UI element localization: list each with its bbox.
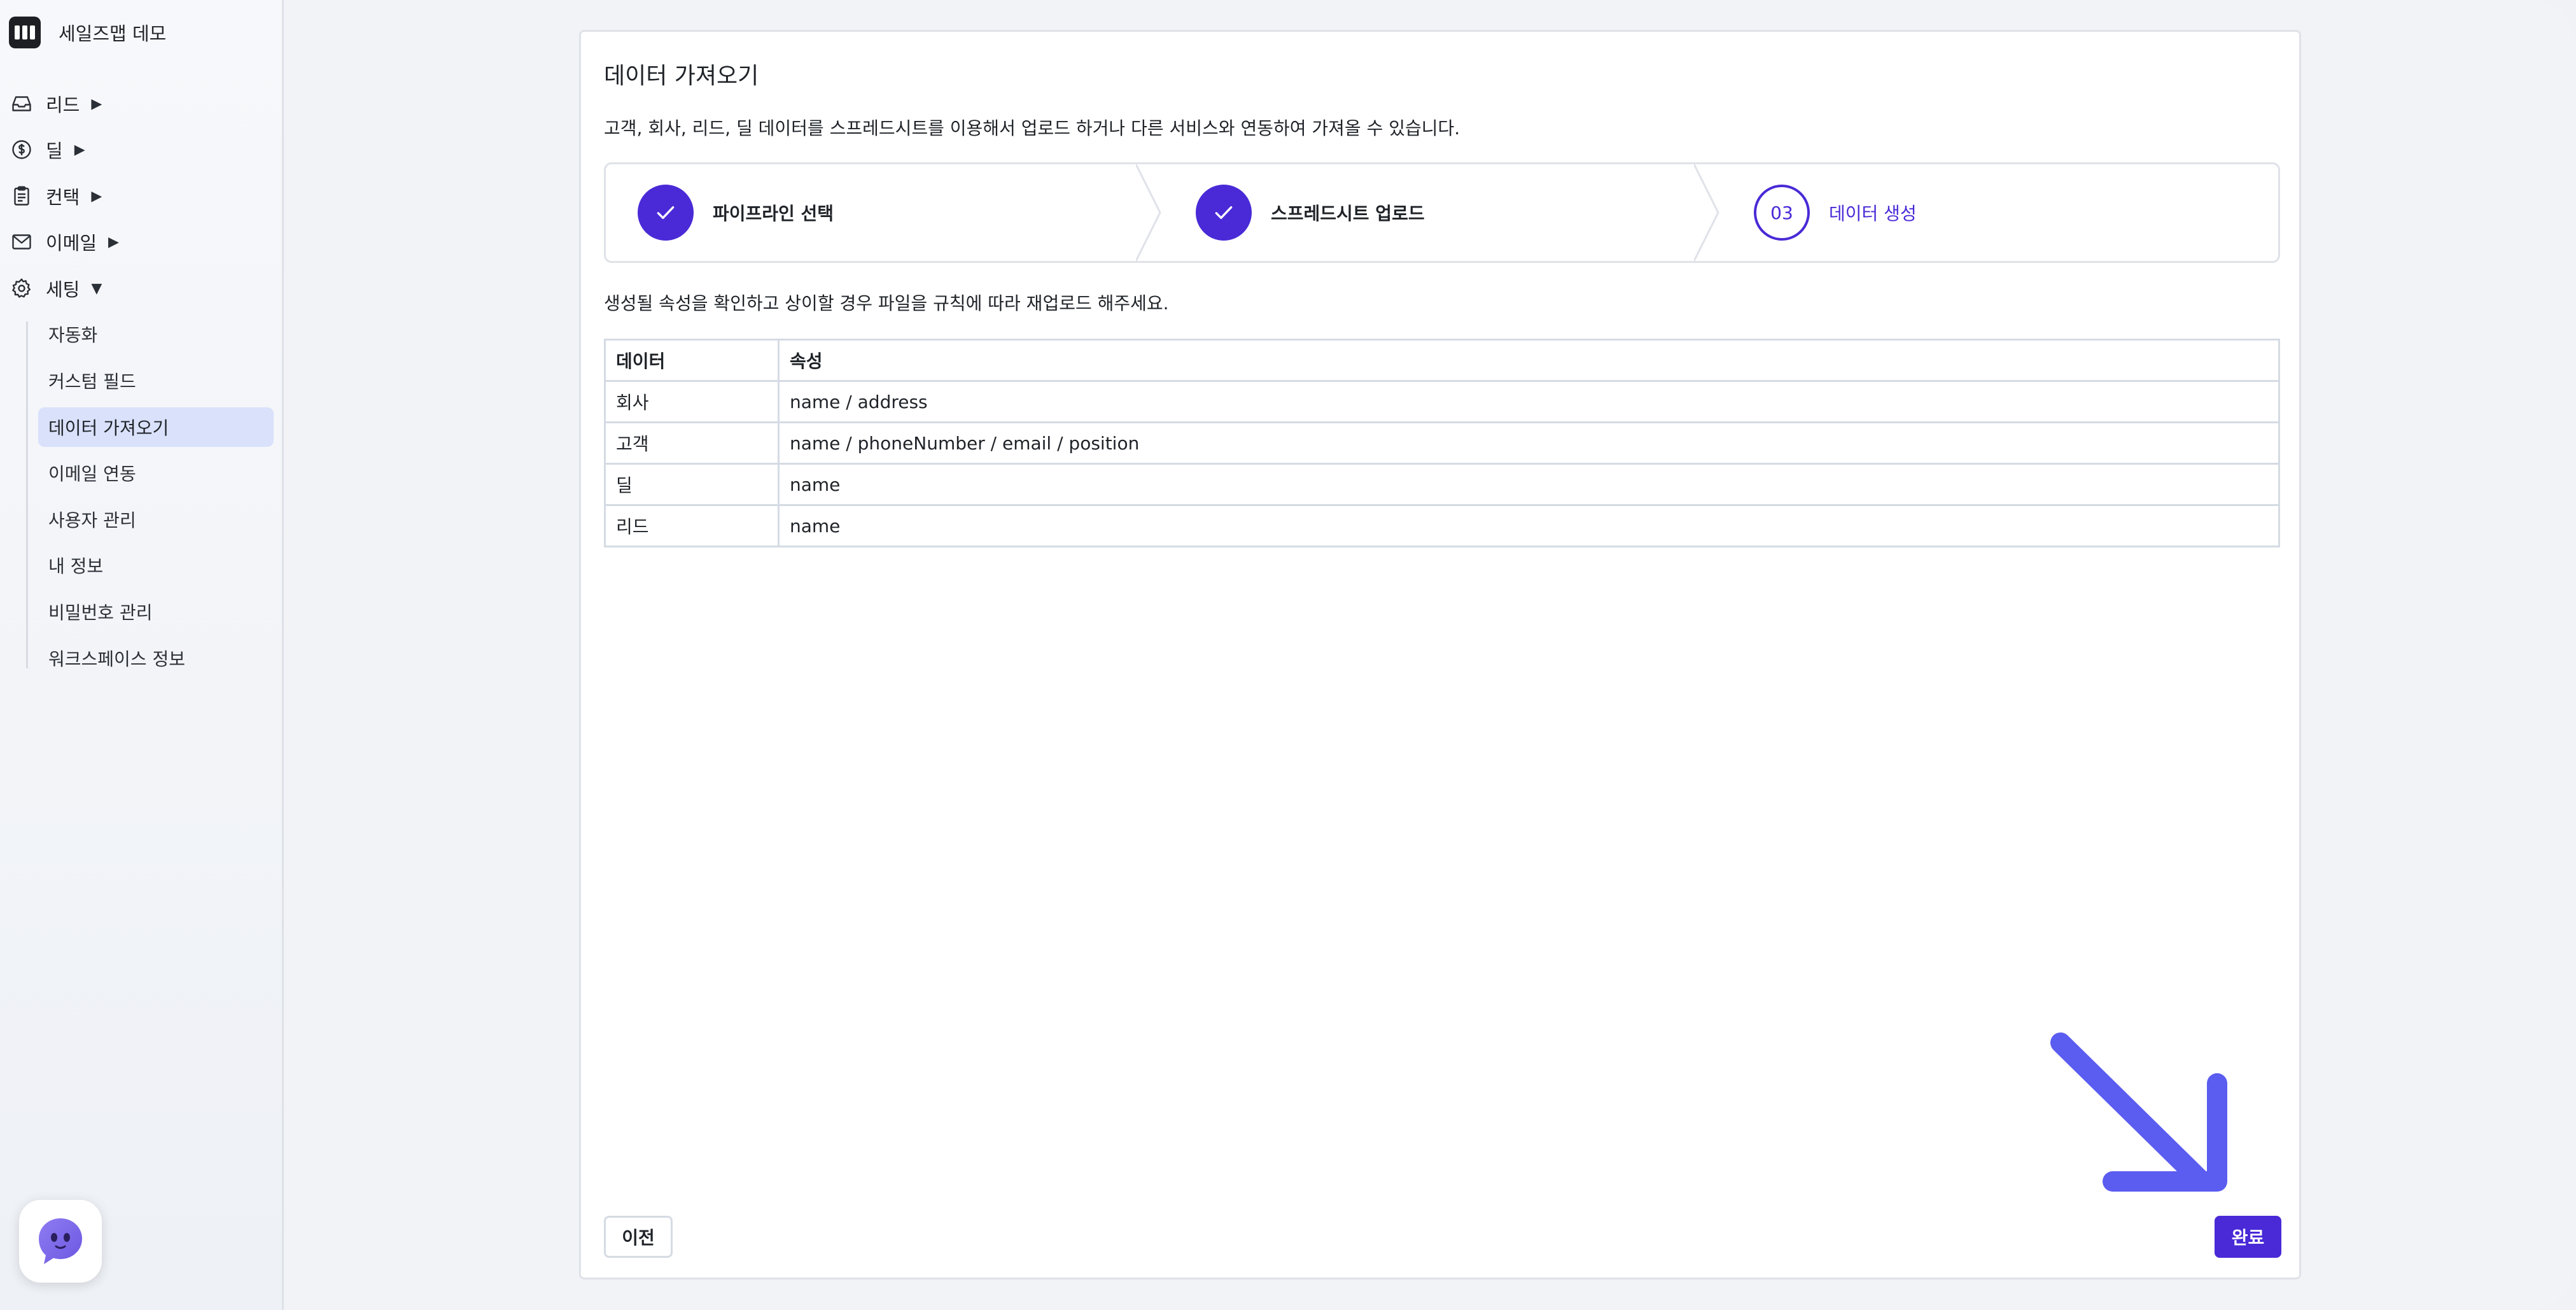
table-row: 딜 name	[604, 463, 2280, 506]
complete-button[interactable]: 완료	[2215, 1216, 2281, 1258]
settings-item-user-management[interactable]: 사용자 관리	[38, 500, 274, 539]
previous-button[interactable]: 이전	[604, 1216, 673, 1258]
step-spreadsheet-upload[interactable]: 스프레드시트 업로드	[1196, 164, 1425, 261]
workspace-name: 세일즈맵 데모	[59, 23, 167, 45]
settings-item-data-import[interactable]: 데이터 가져오기	[38, 407, 274, 447]
table-cell: name	[778, 504, 2280, 547]
step-label: 파이프라인 선택	[713, 203, 834, 224]
table-row: 리드 name	[604, 504, 2280, 547]
chatbot-face-icon	[39, 1218, 82, 1264]
mail-icon	[9, 229, 34, 255]
nav-label: 딜	[46, 140, 63, 162]
nav-item-email[interactable]: 이메일 ▶	[9, 225, 119, 258]
settings-item-custom-fields[interactable]: 커스텀 필드	[38, 361, 274, 400]
column-header: 데이터	[604, 339, 780, 382]
gear-icon	[9, 276, 34, 301]
step-pipeline-select[interactable]: 파이프라인 선택	[638, 164, 834, 261]
expand-arrow-icon: ▶	[91, 95, 102, 112]
nav-label: 컨택	[46, 187, 80, 208]
settings-item-automation[interactable]: 자동화	[38, 314, 274, 354]
instruction-text: 생성될 속성을 확인하고 상이할 경우 파일을 규칙에 따라 재업로드 해주세요…	[604, 293, 1169, 314]
step-data-create[interactable]: 03 데이터 생성	[1754, 164, 1917, 261]
nav-label: 세팅	[46, 279, 80, 300]
chat-support-button[interactable]	[19, 1200, 102, 1283]
settings-item-my-info[interactable]: 내 정보	[38, 546, 274, 585]
nav-label: 리드	[46, 94, 80, 116]
step-label: 스프레드시트 업로드	[1271, 203, 1425, 224]
workspace-brand[interactable]: 세일즈맵 데모	[9, 16, 166, 49]
table-cell: 고객	[604, 421, 780, 465]
pointer-arrow-icon	[2050, 1032, 2227, 1192]
collapse-arrow-icon: ▼	[91, 280, 102, 297]
step-divider-chevron	[1136, 164, 1161, 261]
settings-item-workspace-info[interactable]: 워크스페이스 정보	[38, 638, 274, 678]
table-header-row: 데이터 속성	[604, 339, 2280, 382]
table-cell: name	[778, 463, 2280, 506]
step-number-badge: 03	[1754, 185, 1810, 241]
table-cell: name / phoneNumber / email / position	[778, 421, 2280, 465]
step-check-icon	[1196, 185, 1252, 241]
table-row: 회사 name / address	[604, 380, 2280, 423]
data-import-panel: 데이터 가져오기 고객, 회사, 리드, 딜 데이터를 스프레드시트를 이용해서…	[579, 30, 2301, 1279]
step-divider-chevron	[1694, 164, 1719, 261]
settings-item-password[interactable]: 비밀번호 관리	[38, 592, 274, 631]
brand-logo-icon	[9, 17, 41, 48]
nav-item-contacts[interactable]: 컨택 ▶	[9, 180, 102, 213]
attribute-table: 데이터 속성 회사 name / address 고객 name / phone…	[604, 339, 2280, 547]
expand-arrow-icon: ▶	[91, 188, 102, 204]
settings-item-email-integration[interactable]: 이메일 연동	[38, 453, 274, 493]
import-stepper: 파이프라인 선택 스프레드시트 업로드 03 데이터 생성	[604, 162, 2280, 263]
page-description: 고객, 회사, 리드, 딜 데이터를 스프레드시트를 이용해서 업로드 하거나 …	[604, 118, 1460, 139]
table-cell: 리드	[604, 504, 780, 547]
sidebar: 세일즈맵 데모 리드 ▶ 딜 ▶ 컨택 ▶ 이메일 ▶ 세팅 ▼ 자동화 커스텀…	[0, 0, 284, 1310]
table-cell: 회사	[604, 380, 780, 423]
step-label: 데이터 생성	[1829, 203, 1917, 224]
table-cell: 딜	[604, 463, 780, 506]
expand-arrow-icon: ▶	[108, 234, 119, 250]
step-check-icon	[638, 185, 694, 241]
clipboard-icon	[9, 183, 34, 209]
column-header: 속성	[778, 339, 2280, 382]
expand-arrow-icon: ▶	[74, 141, 85, 158]
page-title: 데이터 가져오기	[604, 63, 759, 89]
nav-item-deals[interactable]: 딜 ▶	[9, 133, 85, 166]
nav-label: 이메일	[46, 232, 97, 254]
submenu-guide-line	[26, 321, 28, 668]
nav-item-settings[interactable]: 세팅 ▼	[9, 272, 102, 305]
table-row: 고객 name / phoneNumber / email / position	[604, 421, 2280, 465]
nav-item-leads[interactable]: 리드 ▶	[9, 87, 102, 120]
app-frame: 세일즈맵 데모 리드 ▶ 딜 ▶ 컨택 ▶ 이메일 ▶ 세팅 ▼ 자동화 커스텀…	[0, 0, 2576, 1310]
table-cell: name / address	[778, 380, 2280, 423]
inbox-icon	[9, 91, 34, 116]
dollar-icon	[9, 137, 34, 162]
